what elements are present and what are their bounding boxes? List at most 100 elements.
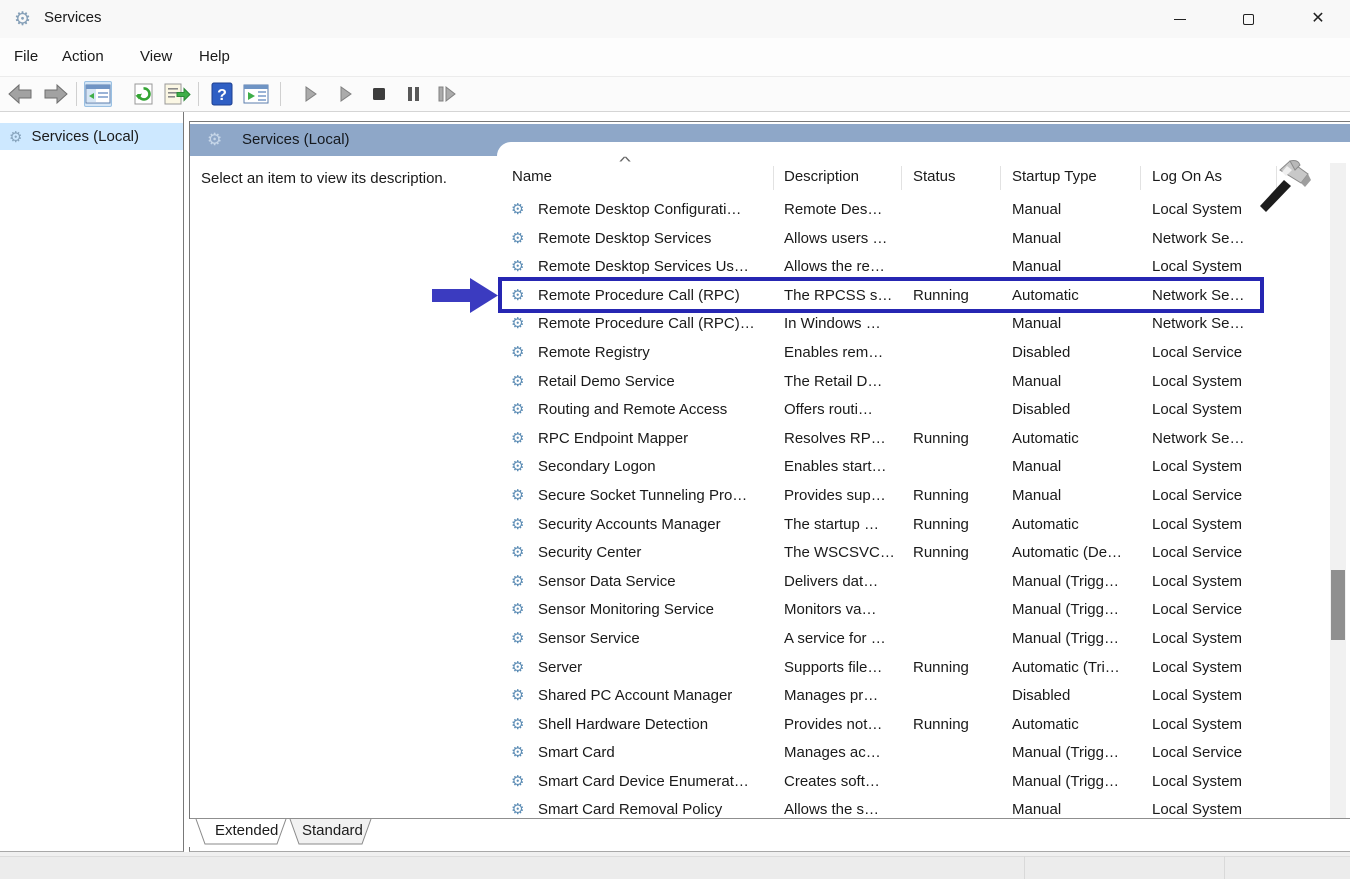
service-status (913, 396, 1001, 425)
service-row[interactable]: ⚙Routing and Remote AccessOffers routi…D… (497, 396, 1330, 425)
service-gear-icon: ⚙ (511, 568, 531, 597)
service-log-on-as: Local System (1152, 368, 1282, 397)
service-gear-icon: ⚙ (511, 425, 531, 454)
service-row[interactable]: ⚙Remote Desktop ServicesAllows users …Ma… (497, 225, 1330, 254)
service-startup-type: Automatic (Tri… (1012, 654, 1138, 683)
tab-extended[interactable]: Extended (215, 822, 278, 839)
service-gear-icon: ⚙ (511, 396, 531, 425)
service-status: Running (913, 654, 1001, 683)
forward-icon[interactable] (42, 81, 70, 107)
close-icon: ✕ (1311, 11, 1324, 27)
service-row[interactable]: ⚙Remote Procedure Call (RPC)…In Windows … (497, 310, 1330, 339)
menu-view[interactable]: View (140, 48, 172, 65)
service-row[interactable]: ⚙Shell Hardware DetectionProvides not…Ru… (497, 711, 1330, 740)
service-row[interactable]: ⚙Smart Card Device Enumerat…Creates soft… (497, 768, 1330, 797)
service-row[interactable]: ⚙Remote RegistryEnables rem…DisabledLoca… (497, 339, 1330, 368)
service-name: Secondary Logon (538, 453, 770, 482)
service-log-on-as: Local System (1152, 711, 1282, 740)
tab-standard[interactable]: Standard (302, 822, 363, 839)
service-row[interactable]: ⚙Security Accounts ManagerThe startup …R… (497, 511, 1330, 540)
service-row[interactable]: ⚙Smart Card Removal PolicyAllows the s…M… (497, 796, 1330, 818)
close-button[interactable]: ✕ (1295, 0, 1341, 38)
toolbar-separator (198, 82, 199, 106)
scrollbar-thumb[interactable] (1331, 570, 1345, 640)
maximize-button[interactable] (1225, 0, 1271, 38)
vertical-scrollbar[interactable] (1330, 163, 1346, 818)
service-name: Remote Desktop Configurati… (538, 196, 770, 225)
title-bar: ⚙ Services (0, 0, 1350, 38)
service-row[interactable]: ⚙ServerSupports file…RunningAutomatic (T… (497, 654, 1330, 683)
export-list-icon[interactable] (163, 81, 191, 107)
service-row[interactable]: ⚙Secure Socket Tunneling Pro…Provides su… (497, 482, 1330, 511)
svg-text:?: ? (217, 87, 227, 104)
service-name: Server (538, 654, 770, 683)
service-description: Enables start… (784, 453, 902, 482)
hammer-cursor-icon (1256, 156, 1314, 223)
column-header-name[interactable]: Name (512, 168, 552, 185)
service-name: Shared PC Account Manager (538, 682, 770, 711)
service-gear-icon: ⚙ (511, 654, 531, 683)
toolbar-separator (76, 82, 77, 106)
service-startup-type: Disabled (1012, 339, 1138, 368)
column-header-startup-type[interactable]: Startup Type (1012, 168, 1097, 185)
panel-header: ⚙ Services (Local) (190, 124, 1350, 156)
column-separator[interactable] (901, 166, 902, 190)
restart-service-icon[interactable] (432, 81, 460, 107)
service-row[interactable]: ⚙Secondary LogonEnables start…ManualLoca… (497, 453, 1330, 482)
resume-service-icon[interactable] (331, 81, 359, 107)
tree-item-services-local[interactable]: ⚙ Services (Local) (0, 123, 183, 150)
service-row[interactable]: ⚙Retail Demo ServiceThe Retail D…ManualL… (497, 368, 1330, 397)
service-log-on-as: Network Se… (1152, 310, 1282, 339)
service-name: Sensor Data Service (538, 568, 770, 597)
column-separator[interactable] (1140, 166, 1141, 190)
column-header-status[interactable]: Status (913, 168, 956, 185)
back-icon[interactable] (6, 81, 34, 107)
service-name: Secure Socket Tunneling Pro… (538, 482, 770, 511)
pause-service-icon[interactable] (399, 81, 427, 107)
service-row[interactable]: ⚙Smart CardManages ac…Manual (Trigg…Loca… (497, 739, 1330, 768)
menu-file[interactable]: File (14, 48, 38, 65)
service-gear-icon: ⚙ (511, 768, 531, 797)
minimize-button[interactable] (1157, 0, 1203, 38)
service-row[interactable]: ⚙Sensor Monitoring ServiceMonitors va…Ma… (497, 596, 1330, 625)
service-description: Offers routi… (784, 396, 902, 425)
service-row[interactable]: ⚙Sensor Data ServiceDelivers dat…Manual … (497, 568, 1330, 597)
sort-ascending-icon: ^ (619, 154, 631, 169)
service-name: Security Center (538, 539, 770, 568)
service-row[interactable]: ⚙RPC Endpoint MapperResolves RP…RunningA… (497, 425, 1330, 454)
service-status (913, 339, 1001, 368)
service-name: Remote Registry (538, 339, 770, 368)
stop-service-icon[interactable] (365, 81, 393, 107)
service-gear-icon: ⚙ (511, 539, 531, 568)
menu-action[interactable]: Action (62, 48, 104, 65)
window-title: Services (44, 9, 102, 26)
service-log-on-as: Network Se… (1152, 425, 1282, 454)
service-row[interactable]: ⚙Security CenterThe WSCSVC…RunningAutoma… (497, 539, 1330, 568)
service-gear-icon: ⚙ (511, 482, 531, 511)
column-separator[interactable] (1000, 166, 1001, 190)
service-description: Allows users … (784, 225, 902, 254)
service-description: Creates soft… (784, 768, 902, 797)
column-header-log-on-as[interactable]: Log On As (1152, 168, 1222, 185)
service-gear-icon: ⚙ (511, 682, 531, 711)
menu-help[interactable]: Help (199, 48, 230, 65)
taskbar-strip (0, 856, 1350, 879)
services-gear-icon: ⚙ (207, 130, 222, 150)
service-name: Routing and Remote Access (538, 396, 770, 425)
help-icon[interactable]: ? (208, 81, 236, 107)
service-gear-icon: ⚙ (511, 368, 531, 397)
service-description: A service for … (784, 625, 902, 654)
maximize-icon (1243, 14, 1254, 25)
column-separator[interactable] (773, 166, 774, 190)
service-log-on-as: Local System (1152, 568, 1282, 597)
show-action-pane-icon[interactable] (242, 81, 270, 107)
refresh-icon[interactable] (130, 81, 158, 107)
service-gear-icon: ⚙ (511, 339, 531, 368)
start-service-icon[interactable] (296, 81, 324, 107)
service-row[interactable]: ⚙Shared PC Account ManagerManages pr…Dis… (497, 682, 1330, 711)
service-startup-type: Manual (1012, 368, 1138, 397)
show-console-tree-icon[interactable] (84, 81, 112, 107)
service-row[interactable]: ⚙Remote Desktop Configurati…Remote Des…M… (497, 196, 1330, 225)
column-header-description[interactable]: Description (784, 168, 859, 185)
service-row[interactable]: ⚙Sensor ServiceA service for …Manual (Tr… (497, 625, 1330, 654)
